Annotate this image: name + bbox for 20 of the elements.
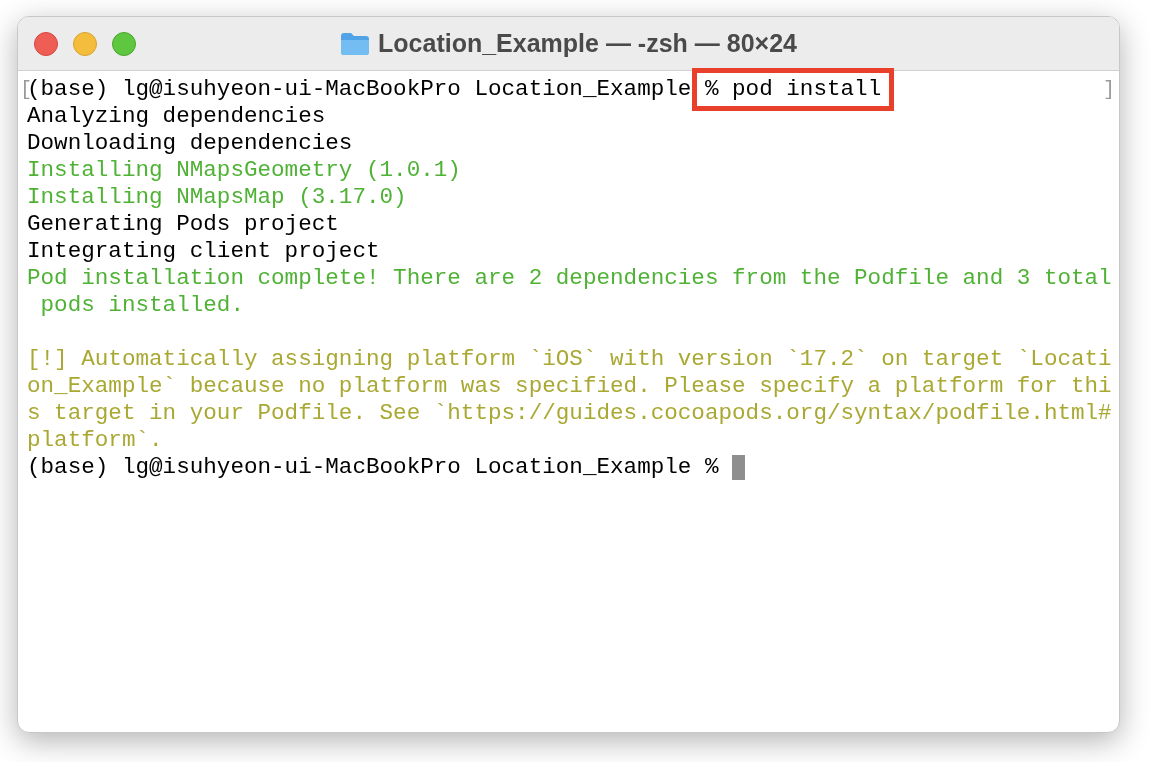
- terminal-line: Generating Pods project: [27, 211, 339, 238]
- minimize-button[interactable]: [73, 31, 97, 56]
- terminal-line: [!] Automatically assigning platform `iOS` with version `17.2` on target `Locati: [27, 346, 1112, 373]
- terminal-line: Installing NMapsGeometry (1.0.1): [27, 157, 461, 184]
- terminal-line: Pod installation complete! There are 2 dependencies from the Podfile and 3 total: [27, 265, 1112, 292]
- window-title: Location_Example — -zsh — 80×24: [378, 27, 797, 59]
- prompt-text: (base) lg@isuhyeon-ui-MacBookPro Location_Example %: [27, 454, 720, 481]
- terminal-line: Integrating client project: [27, 238, 380, 265]
- terminal-line: pods installed.: [39, 292, 244, 319]
- terminal-line: Analyzing dependencies: [27, 103, 326, 130]
- terminal-line: platform`.: [27, 427, 163, 454]
- highlighted-command: % pod install: [691, 68, 895, 111]
- zoom-button[interactable]: [112, 31, 136, 56]
- terminal-line: s target in your Podfile. See `https://guides.cocoapods.org/syntax/podfile.html#: [27, 400, 1112, 427]
- terminal-line: Installing NMapsMap (3.17.0): [27, 184, 407, 211]
- close-button[interactable]: [34, 31, 58, 56]
- mark-bracket: ]: [1103, 77, 1115, 103]
- terminal-line: Downloading dependencies: [27, 130, 353, 157]
- terminal-line: on_Example` because no platform was specified. Please specify a platform for thi: [27, 373, 1112, 400]
- folder-icon: [340, 31, 371, 56]
